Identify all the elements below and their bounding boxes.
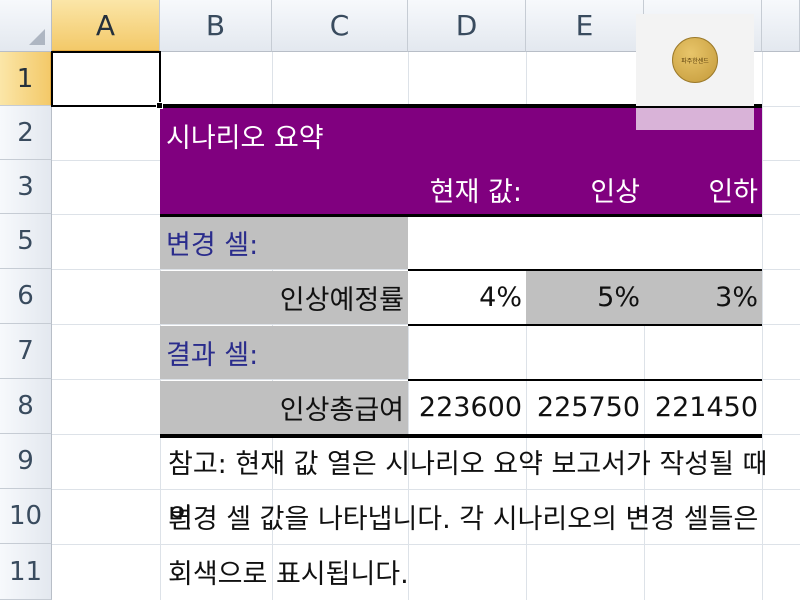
summary-title[interactable]: 시나리오 요약 <box>160 108 460 162</box>
result-row-raise[interactable]: 225750 <box>526 381 644 434</box>
note-line-2[interactable]: 변경 셀 값을 나타냅니다. 각 시나리오의 변경 셀들은 <box>160 493 790 547</box>
changing-row-label[interactable]: 인상예정률 <box>160 271 408 324</box>
result-row-label[interactable]: 인상총급여 <box>160 381 408 434</box>
changing-cells-label[interactable]: 변경 셀: <box>160 216 408 269</box>
changing-row-lower[interactable]: 3% <box>644 271 762 324</box>
row-border <box>408 324 762 326</box>
row-header-2[interactable]: 2 <box>0 106 52 160</box>
column-header-d[interactable]: D <box>408 0 526 52</box>
column-header-c[interactable]: C <box>272 0 408 52</box>
row-header-7[interactable]: 7 <box>0 324 52 379</box>
column-header-g[interactable] <box>762 0 800 52</box>
row-header-11[interactable]: 11 <box>0 544 52 600</box>
header-lower[interactable]: 인하 <box>644 162 762 216</box>
row-border <box>408 379 762 381</box>
column-header-e[interactable]: E <box>526 0 644 52</box>
changing-row-raise[interactable]: 5% <box>526 271 644 324</box>
result-row-current[interactable]: 223600 <box>408 381 526 434</box>
note-line-1[interactable]: 참고: 현재 값 열은 시나리오 요약 보고서가 작성될 때의 <box>160 438 790 534</box>
note-line-3[interactable]: 회색으로 표시됩니다. <box>160 548 790 600</box>
changing-row-current[interactable]: 4% <box>408 271 526 324</box>
row-header-3[interactable]: 3 <box>0 160 52 214</box>
select-all-corner[interactable] <box>0 0 52 52</box>
header-bottom-border <box>160 214 762 217</box>
select-all-icon <box>29 29 45 45</box>
selected-cell-a1[interactable] <box>51 51 161 107</box>
header-current-value[interactable]: 현재 값: <box>408 162 526 216</box>
row-header-10[interactable]: 10 <box>0 489 52 544</box>
row-header-6[interactable]: 6 <box>0 269 52 324</box>
stamp-text: 파주한센드 <box>681 57 709 65</box>
row-header-8[interactable]: 8 <box>0 379 52 434</box>
header-highlight <box>636 108 754 130</box>
fill-handle[interactable] <box>156 102 163 109</box>
column-header-b[interactable]: B <box>160 0 272 52</box>
header-raise[interactable]: 인상 <box>526 162 644 216</box>
row-header-5[interactable]: 5 <box>0 214 52 269</box>
row-header-1[interactable]: 1 <box>0 52 52 106</box>
row-border <box>408 269 762 271</box>
result-cells-label[interactable]: 결과 셀: <box>160 326 408 379</box>
row-header-9[interactable]: 9 <box>0 434 52 489</box>
gold-seal-icon: 파주한센드 <box>672 37 718 83</box>
changing-cells-values-band <box>408 217 762 269</box>
column-header-a[interactable]: A <box>52 0 160 52</box>
stamp-overlay: 파주한센드 <box>636 14 754 106</box>
result-row-lower[interactable]: 221450 <box>644 381 762 434</box>
